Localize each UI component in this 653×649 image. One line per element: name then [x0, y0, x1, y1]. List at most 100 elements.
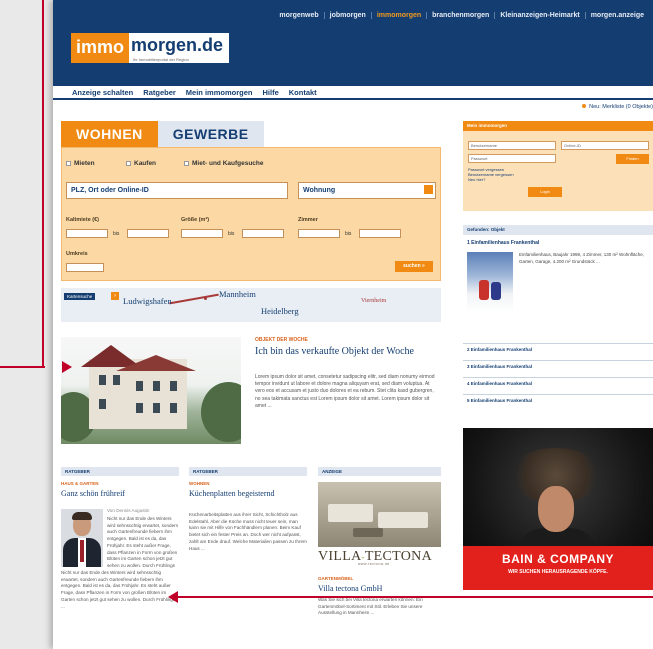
map-city-mannheim: Mannheim — [219, 289, 256, 299]
found-object-1-photo[interactable] — [467, 252, 513, 312]
area-label: Größe (m²) — [181, 217, 210, 223]
portal-link-branchenmorgen[interactable]: branchenmorgen — [426, 12, 494, 19]
location-input[interactable]: PLZ, Ort oder Online-ID — [66, 182, 288, 199]
found-object-2[interactable]: 2 Einfamilienhaus Frankenthal — [463, 343, 653, 354]
online-id-input[interactable]: Online-ID — [561, 141, 649, 150]
found-objects-box: Gefunden: Objekt 1 Einfamilienhaus Frank… — [463, 225, 653, 312]
password-input[interactable]: Passwort — [468, 154, 556, 163]
ad-face — [538, 486, 574, 532]
photo-sofa — [328, 504, 373, 522]
portal-links: morgenweb jobmorgen immomorgen branchenm… — [274, 12, 649, 19]
bis-label: bis — [113, 231, 120, 237]
nav-hilfe[interactable]: Hilfe — [262, 86, 278, 98]
portal-link-immomorgen[interactable]: immomorgen — [370, 12, 426, 19]
found-object-1-description: Einfamilienhaus, Baujahr 1998, 4 Zimmer,… — [519, 252, 644, 264]
column-title[interactable]: Ganz schön frühreif — [61, 489, 179, 499]
found-object-3[interactable]: 3 Einfamilienhaus Frankenthal — [463, 360, 653, 371]
column-header-ratgeber-2: RATGEBER — [189, 467, 307, 476]
found-object-5[interactable]: 5 Einfamilienhaus Frankenthal — [463, 394, 653, 405]
column-text-side: Nicht nur das Ende des Winters wird sehn… — [107, 516, 179, 568]
price-from-input[interactable] — [66, 229, 108, 238]
map-search-banner[interactable]: Kartensuche › Ludwigshafen Mannheim Heid… — [61, 288, 441, 322]
annotation-stub — [24, 366, 44, 368]
column-kicker: HAUS & GARTEN — [61, 481, 99, 486]
map-city-viernheim: Viernheim — [361, 298, 387, 304]
author-portrait — [61, 509, 103, 567]
photo-window — [136, 403, 143, 413]
photo-person — [479, 280, 489, 300]
featured-house-photo[interactable] — [61, 337, 241, 444]
checkbox-label: Kaufen — [134, 160, 157, 167]
login-button[interactable]: Login — [528, 187, 562, 197]
tab-wohnen[interactable]: WOHNEN — [61, 121, 158, 147]
nav-kontakt[interactable]: Kontakt — [289, 86, 317, 98]
photo-sofa — [378, 512, 428, 528]
radius-input[interactable] — [66, 263, 104, 272]
photo-person — [491, 282, 501, 300]
nav-ratgeber[interactable]: Ratgeber — [143, 86, 176, 98]
bain-company-ad[interactable]: BAIN & COMPANY WIR SUCHEN HERAUSRAGENDE … — [463, 428, 653, 590]
column-text: Küchenarbeitsplatten aus ihrer Sicht, Sc… — [189, 512, 307, 551]
merkliste-link[interactable]: Neu: Merkliste (0 Objekte) — [582, 104, 653, 110]
found-object-4[interactable]: 4 Einfamilienhaus Frankenthal — [463, 377, 653, 388]
checkbox-mieten[interactable]: Mieten — [66, 160, 95, 167]
rooms-to-input[interactable] — [359, 229, 401, 238]
photo-window — [113, 375, 120, 385]
search-tabs: WOHNEN GEWERBE — [61, 121, 264, 147]
annotation-arrowhead-right — [62, 361, 72, 373]
site-logo[interactable]: immo morgen.de Ihr Immobilienportal der … — [71, 33, 230, 63]
search-submit-button[interactable]: suchen » — [395, 261, 433, 272]
checkbox-icon — [184, 160, 189, 166]
rooms-from-input[interactable] — [298, 229, 340, 238]
checkbox-label: Mieten — [74, 160, 95, 167]
main-navigation: Anzeige schalten Ratgeber Mein immomorge… — [53, 86, 653, 100]
map-city-ludwigshafen: Ludwigshafen — [123, 296, 172, 306]
portrait-hair — [72, 512, 92, 520]
portal-link-kleinanzeigen[interactable]: Kleinanzeigen-Heimarkt — [494, 12, 584, 19]
featured-text: Lorem ipsum dolor sit amet, consetetur s… — [255, 374, 435, 409]
photo-window — [170, 381, 177, 391]
tab-gewerbe[interactable]: GEWERBE — [157, 121, 264, 147]
checkbox-icon — [66, 160, 71, 166]
username-input[interactable]: Benutzername — [468, 141, 556, 150]
featured-title[interactable]: Ich bin das verkaufte Objekt der Woche — [255, 346, 445, 358]
photo-window — [170, 403, 177, 413]
portal-link-morgenweb[interactable]: morgenweb — [274, 12, 323, 19]
top-navigation-bar: morgenweb jobmorgen immomorgen branchenm… — [53, 0, 653, 86]
garden-furniture-photo[interactable] — [318, 482, 441, 547]
price-to-input[interactable] — [127, 229, 169, 238]
column-header-anzeige: ANZEIGE — [318, 467, 441, 476]
map-city-heidelberg: Heidelberg — [261, 306, 299, 316]
logo-part-immo: immo — [71, 33, 130, 63]
area-to-input[interactable] — [242, 229, 284, 238]
screenshot-stage: morgenweb jobmorgen immomorgen branchenm… — [0, 0, 653, 649]
nav-mein-immomorgen[interactable]: Mein immomorgen — [186, 86, 253, 98]
ad-band: BAIN & COMPANY WIR SUCHEN HERAUSRAGENDE … — [463, 546, 653, 590]
find-button[interactable]: Finden — [616, 154, 649, 164]
brand-name-part1: VILLA — [318, 549, 362, 564]
photo-table — [353, 528, 383, 537]
column-byline: Von Dennis Augustin — [107, 508, 150, 513]
found-object-1-title[interactable]: 1 Einfamilienhaus Frankenthal — [463, 235, 653, 249]
checkbox-kaufen[interactable]: Kaufen — [126, 160, 156, 167]
photo-window — [153, 381, 160, 391]
checkbox-gesuche[interactable]: Miet- und Kaufgesuche — [184, 160, 264, 167]
column-title[interactable]: Küchenplatten begeisternd — [189, 489, 307, 499]
ad-brand: BAIN & COMPANY — [501, 552, 615, 566]
portal-link-jobmorgen[interactable]: jobmorgen — [323, 12, 371, 19]
column-kicker: GARTENMÖBEL — [318, 576, 354, 581]
radius-label: Umkreis — [66, 251, 88, 257]
property-type-select[interactable]: Wohnung — [298, 182, 436, 199]
column-title[interactable]: Villa tectona GmbH — [318, 584, 441, 594]
villa-tectona-logo[interactable]: VILLA-TECTONA www.tectona.de — [318, 549, 441, 566]
photo-tree — [201, 382, 241, 442]
area-from-input[interactable] — [181, 229, 223, 238]
logo-tagline: Ihr Immobilienportal der Region — [133, 57, 189, 62]
map-badge: Kartensuche — [64, 293, 96, 300]
bis-label: bis — [345, 231, 352, 237]
portrait-tie — [80, 540, 84, 562]
register-link[interactable]: Neu hier? — [468, 177, 485, 182]
photo-window — [99, 399, 106, 409]
portal-link-anzeige[interactable]: morgen.anzeige — [584, 12, 649, 19]
nav-anzeige-schalten[interactable]: Anzeige schalten — [72, 86, 133, 98]
